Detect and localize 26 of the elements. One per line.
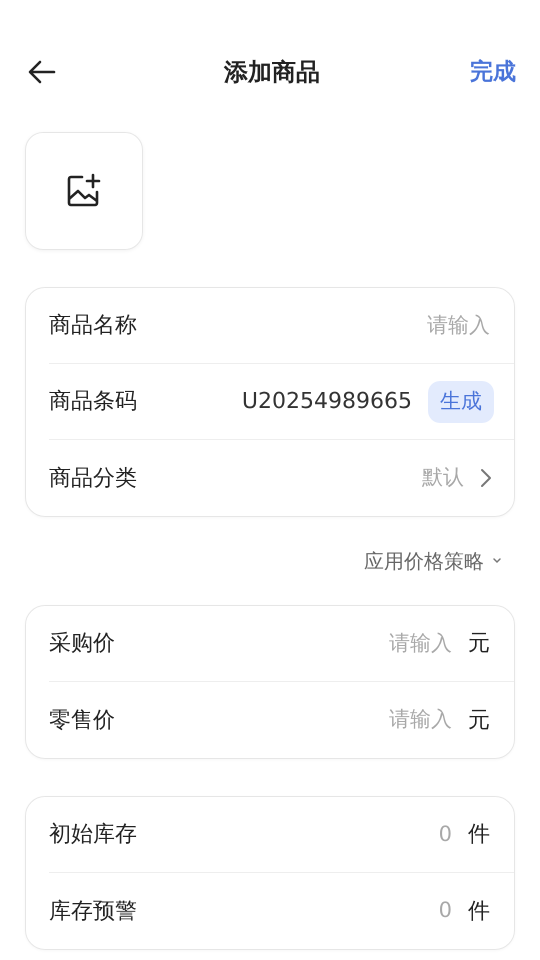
input-field[interactable]: 请输入: [292, 628, 452, 660]
stock-value: 0: [438, 820, 452, 848]
field-label: 采购价: [49, 630, 115, 658]
add-image-button[interactable]: [25, 132, 143, 250]
unit-label: 元: [468, 706, 490, 734]
input-field[interactable]: 请输入: [292, 704, 452, 736]
input-field[interactable]: 请输入: [330, 310, 490, 342]
chevron-right-icon: [480, 468, 492, 488]
field-label: 零售价: [49, 706, 115, 734]
done-button[interactable]: 完成: [470, 54, 516, 90]
stock-value: 0: [438, 897, 452, 924]
chevron-down-icon: [492, 557, 502, 565]
barcode-value: U20254989665: [242, 388, 412, 416]
field-label: 商品分类: [49, 464, 137, 492]
field-label: 初始库存: [49, 821, 137, 849]
field-label: 商品条码: [49, 388, 137, 416]
unit-label: 件: [468, 898, 490, 926]
unit-label: 元: [468, 630, 490, 658]
category-value: 默认: [422, 464, 464, 492]
field-label: 库存预警: [49, 898, 137, 926]
add-image-icon: [66, 173, 102, 209]
field-label: 商品名称: [49, 312, 137, 340]
generate-button[interactable]: 生成: [428, 380, 494, 422]
page-title: 添加商品: [224, 57, 320, 88]
unit-label: 件: [468, 821, 490, 849]
price-strategy-dropdown[interactable]: 应用价格策略: [364, 546, 502, 576]
